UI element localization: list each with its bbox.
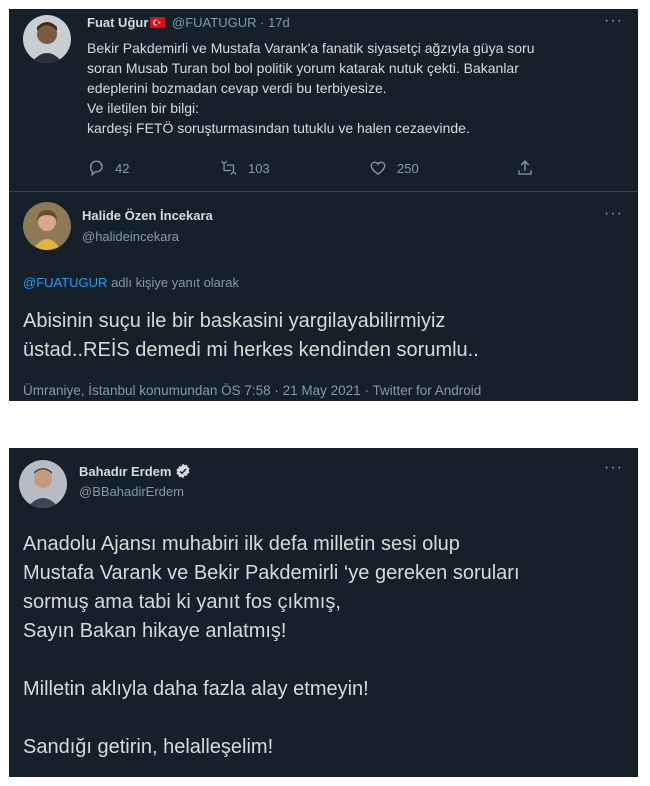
tweet-text: Abisinin suçu ile bir baskasini yargilay… bbox=[23, 307, 633, 365]
tweet-text-line: sormuş ama tabi ki yanıt fos çıkmış, bbox=[23, 591, 341, 613]
tweet-text-line: Mustafa Varank ve Bekir Pakdemirli ‘ye g… bbox=[23, 562, 520, 584]
tweet-text-line bbox=[23, 704, 633, 733]
avatar[interactable] bbox=[23, 202, 71, 250]
retweet-icon bbox=[220, 160, 237, 175]
tweet-text-line: kardeşi FETÖ soruşturmasından tutuklu ve… bbox=[87, 120, 470, 136]
tweet-text-line: Sayın Bakan hikaye anlatmış! bbox=[23, 620, 287, 642]
tweet-text: Anadolu Ajansı muhabiri ilk defa milleti… bbox=[23, 530, 633, 762]
tweet-thread-panel: Fuat Uğur @FUATUGUR · 17d ··· Bekir Pakd… bbox=[9, 9, 638, 401]
avatar[interactable] bbox=[19, 460, 67, 508]
turkey-flag-icon bbox=[150, 17, 166, 28]
tweet-time[interactable]: 17d bbox=[268, 15, 290, 30]
author-name-text[interactable]: Bahadır Erdem bbox=[79, 464, 171, 479]
tweet-meta[interactable]: Ümraniye, İstanbul konumundan ÖS 7:58 · … bbox=[23, 383, 481, 398]
tweet-text-line: Anadolu Ajansı muhabiri ilk defa milleti… bbox=[23, 533, 460, 555]
tweet-text-line bbox=[23, 646, 633, 675]
tweet-text-line: Ve iletilen bir bilgi: bbox=[87, 100, 200, 116]
reply-button[interactable]: 42 bbox=[87, 159, 129, 177]
share-icon bbox=[518, 160, 532, 175]
more-icon[interactable]: ··· bbox=[604, 205, 623, 223]
author-name[interactable]: Bahadır Erdem bbox=[79, 463, 191, 479]
tweet-text-line: üstad..REİS demedi mi herkes kendinden s… bbox=[23, 339, 479, 361]
author-name-text[interactable]: Fuat Uğur bbox=[87, 15, 148, 30]
tweet-text-line: Bekir Pakdemirli ve Mustafa Varank'a fan… bbox=[87, 40, 535, 56]
author-name[interactable]: Fuat Uğur @FUATUGUR · 17d bbox=[87, 15, 290, 30]
avatar[interactable] bbox=[23, 15, 71, 63]
time-separator: · bbox=[260, 15, 265, 30]
reply-context: @FUATUGUR adlı kişiye yanıt olarak bbox=[23, 275, 239, 290]
tweet-panel: Bahadır Erdem @BBahadirErdem ··· Anadolu… bbox=[9, 448, 638, 777]
share-button[interactable] bbox=[516, 159, 534, 177]
author-handle[interactable]: @halideincekara bbox=[82, 229, 179, 244]
more-icon[interactable]: ··· bbox=[604, 12, 623, 30]
more-icon[interactable]: ··· bbox=[604, 459, 623, 477]
reply-icon bbox=[89, 160, 103, 177]
author-handle[interactable]: @FUATUGUR bbox=[172, 15, 256, 30]
reply-count: 42 bbox=[115, 160, 130, 176]
divider bbox=[9, 191, 638, 192]
heart-icon bbox=[370, 161, 386, 175]
author-handle[interactable]: @BBahadirErdem bbox=[79, 484, 184, 499]
like-count: 250 bbox=[397, 160, 419, 176]
author-name[interactable]: Halide Özen İncekara bbox=[82, 208, 213, 223]
like-button[interactable]: 250 bbox=[369, 159, 419, 177]
tweet-text-line: soran Musab Turan bol bol politik yorum … bbox=[87, 60, 519, 76]
tweet-text-line: Abisinin suçu ile bir baskasini yargilay… bbox=[23, 310, 446, 332]
tweet-text: Bekir Pakdemirli ve Mustafa Varank'a fan… bbox=[87, 38, 627, 138]
retweet-button[interactable]: 103 bbox=[220, 159, 270, 177]
tweet-text-line: Sandığı getirin, helalleşelim! bbox=[23, 736, 274, 758]
tweet-text-line: Milletin aklıyla daha fazla alay etmeyin… bbox=[23, 678, 369, 700]
retweet-count: 103 bbox=[248, 160, 270, 176]
tweet-text-line: edeplerini bozmadan cevap verdi bu terbi… bbox=[87, 80, 387, 96]
verified-badge-icon bbox=[175, 463, 191, 479]
reply-to-label: adlı kişiye yanıt olarak bbox=[111, 275, 239, 290]
reply-to-link[interactable]: @FUATUGUR bbox=[23, 275, 107, 290]
